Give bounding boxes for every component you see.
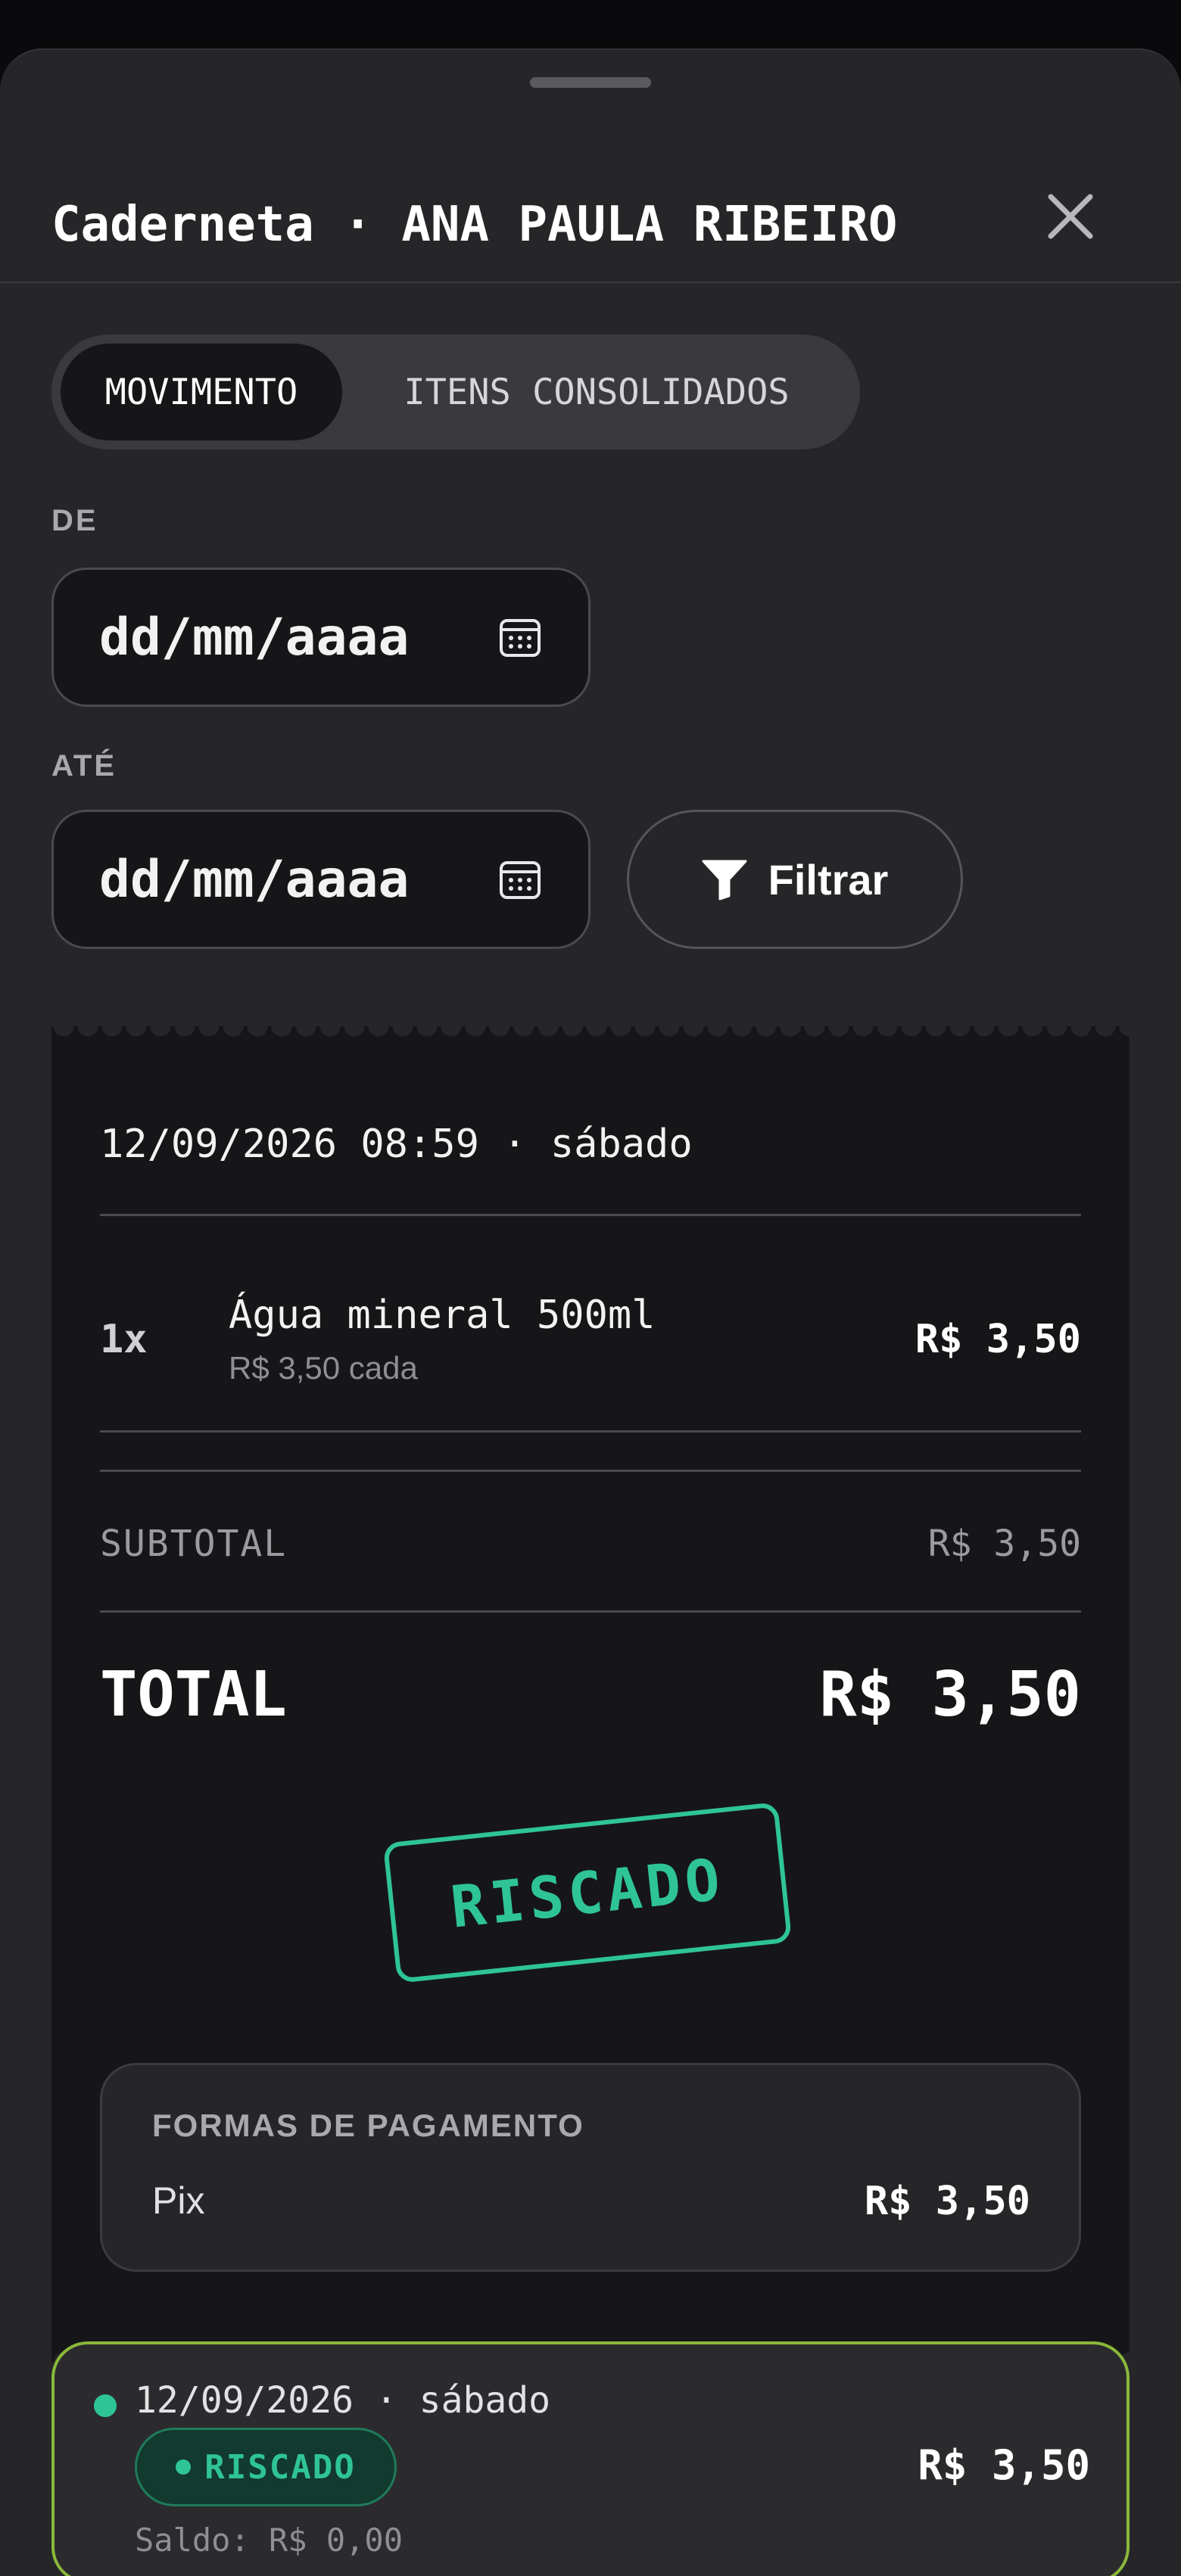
paid-stamp: RISCADO — [382, 1802, 793, 1983]
divider — [100, 1214, 1081, 1216]
receipt-edge-top — [51, 1026, 1130, 1044]
payment-value: R$ 3,50 — [864, 2179, 1030, 2224]
to-date-input[interactable]: dd/mm/aaaa — [51, 810, 590, 949]
filter-button-label: Filtrar — [768, 855, 889, 904]
close-button[interactable] — [1037, 183, 1104, 250]
from-date-placeholder: dd/mm/aaaa — [99, 607, 410, 667]
entry-card[interactable]: 12/09/2026 · sábado RISCADO R$ 3,50 Sald… — [51, 2341, 1130, 2576]
item-unit-price: R$ 3,50 cada — [229, 1350, 418, 1386]
receipt: 12/09/2026 08:59 · sábado 1x Água minera… — [51, 1026, 1130, 2363]
entry-amount: R$ 3,50 — [918, 2441, 1090, 2489]
status-badge: RISCADO — [135, 2428, 397, 2506]
payment-method: Pix — [152, 2179, 205, 2222]
item-price: R$ 3,50 — [915, 1317, 1081, 1362]
tab-itens-consolidados[interactable]: ITENS CONSOLIDADOS — [342, 344, 851, 440]
caderneta-sheet: Caderneta · ANA PAULA RIBEIRO MOVIMENTO … — [0, 48, 1181, 2576]
calendar-icon[interactable] — [497, 614, 543, 660]
to-date-label: ATÉ — [51, 749, 117, 782]
status-dot — [94, 2394, 117, 2417]
filter-button[interactable]: Filtrar — [627, 810, 963, 949]
item-name: Água mineral 500ml — [229, 1293, 656, 1338]
subtotal-value: R$ 3,50 — [927, 1523, 1081, 1565]
filter-icon — [702, 860, 747, 901]
entry-date: 12/09/2026 · sábado — [135, 2379, 551, 2422]
from-date-input[interactable]: dd/mm/aaaa — [51, 568, 590, 707]
close-icon — [1048, 194, 1093, 239]
total-label: TOTAL — [100, 1659, 287, 1731]
calendar-icon[interactable] — [497, 857, 543, 902]
divider — [100, 1470, 1081, 1472]
sheet-header: Caderneta · ANA PAULA RIBEIRO — [0, 123, 1181, 283]
item-quantity: 1x — [100, 1317, 148, 1362]
receipt-datetime: 12/09/2026 08:59 · sábado — [100, 1122, 693, 1167]
badge-dot — [176, 2459, 192, 2475]
drag-handle[interactable] — [530, 77, 651, 88]
divider — [100, 1610, 1081, 1613]
sheet-title: Caderneta · ANA PAULA RIBEIRO — [51, 197, 898, 253]
tab-movimento[interactable]: MOVIMENTO — [61, 344, 342, 440]
payment-methods-box: FORMAS DE PAGAMENTO Pix R$ 3,50 — [100, 2063, 1081, 2272]
total-value: R$ 3,50 — [819, 1659, 1081, 1731]
subtotal-label: SUBTOTAL — [100, 1523, 288, 1565]
payment-methods-title: FORMAS DE PAGAMENTO — [152, 2108, 584, 2143]
from-date-label: DE — [51, 504, 98, 537]
entry-balance: Saldo: R$ 0,00 — [135, 2522, 404, 2559]
to-date-placeholder: dd/mm/aaaa — [99, 849, 410, 910]
divider — [100, 1430, 1081, 1433]
stamp-text: RISCADO — [447, 1844, 728, 1941]
status-badge-label: RISCADO — [204, 2447, 356, 2487]
view-tabs: MOVIMENTO ITENS CONSOLIDADOS — [51, 334, 860, 450]
